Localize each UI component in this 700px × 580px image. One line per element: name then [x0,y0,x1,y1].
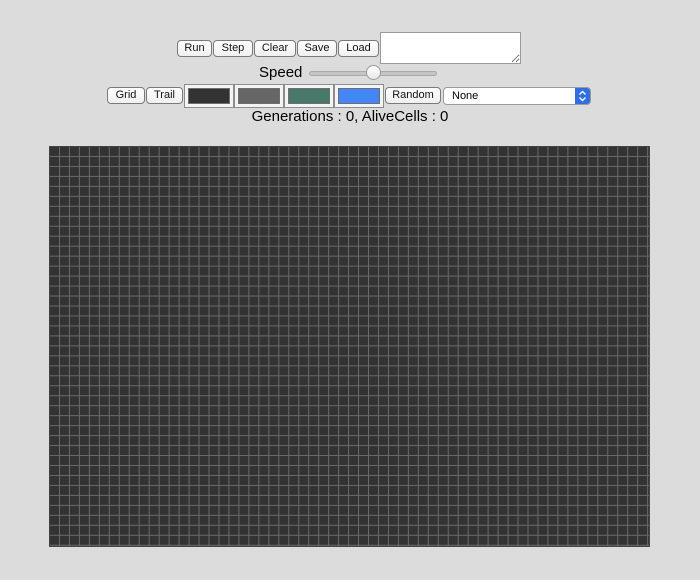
dead-cell-color-picker[interactable] [184,84,234,108]
game-board[interactable] [49,146,650,547]
speed-slider-thumb[interactable] [365,65,381,80]
alive-cell-color-picker[interactable] [334,84,384,108]
pattern-select-value: None [452,90,479,102]
load-button[interactable]: Load [338,40,379,57]
save-data-textarea[interactable] [380,32,521,64]
generations-label: Generations : [251,108,346,125]
select-chevron-icon [575,88,590,104]
grid-color-swatch [238,88,280,104]
grid-toggle-button[interactable]: Grid [107,87,145,104]
dead-cell-color-swatch [188,88,230,104]
trail-color-swatch [288,88,330,104]
generations-count: 0 [345,108,355,125]
trail-toggle-button[interactable]: Trail [146,87,183,104]
grid-color-picker[interactable] [234,84,284,108]
alive-cell-color-swatch [338,88,380,104]
save-button[interactable]: Save [297,40,337,57]
run-button[interactable]: Run [177,40,212,57]
alive-cells-label: AliveCells : [361,108,441,125]
step-button[interactable]: Step [213,40,253,57]
status-line: Generations : 0, AliveCells : 0 [0,108,700,126]
status-separator: , [354,108,362,125]
alive-cells-count: 0 [440,108,449,125]
speed-label: Speed [259,64,303,81]
clear-button[interactable]: Clear [254,40,296,57]
trail-color-picker[interactable] [284,84,334,108]
random-button[interactable]: Random [385,87,441,104]
pattern-select[interactable]: None [443,87,591,105]
